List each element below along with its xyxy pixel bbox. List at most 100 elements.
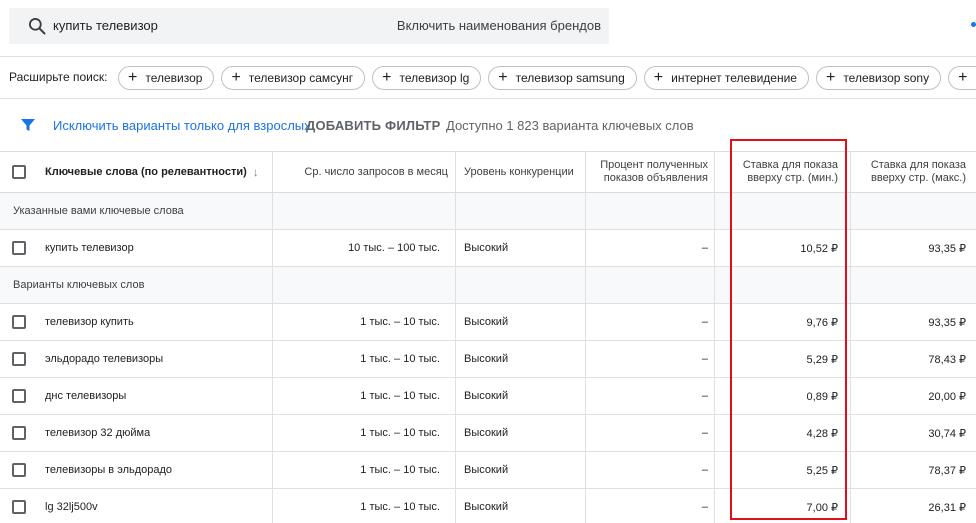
row-checkbox[interactable]	[12, 389, 26, 403]
searches-cell: 1 тыс. – 10 тыс.	[360, 501, 440, 513]
column-header-bid-max[interactable]: Ставка для показа вверху стр. (макс.)	[852, 151, 966, 193]
table-group-header: Варианты ключевых слов	[0, 267, 976, 304]
bid-min-cell: 0,89 ₽	[806, 390, 838, 403]
searches-cell: 1 тыс. – 10 тыс.	[360, 390, 440, 402]
column-header-competition[interactable]: Уровень конкуренции	[464, 151, 582, 193]
searches-cell: 10 тыс. – 100 тыс.	[348, 242, 440, 254]
column-divider	[272, 151, 273, 523]
brand-names-toggle[interactable]: Включить наименования брендов	[397, 18, 601, 33]
impression-share-line-2: показов объявления	[603, 172, 708, 184]
plus-icon: +	[653, 69, 664, 86]
keyword-cell[interactable]: днс телевизоры	[45, 378, 265, 414]
plus-icon: +	[128, 69, 138, 86]
competition-cell: Высокий	[464, 353, 509, 365]
keyword-cell[interactable]: телевизор 32 дюйма	[45, 415, 265, 451]
bid-min-cell: 4,28 ₽	[806, 427, 838, 440]
row-checkbox[interactable]	[12, 315, 26, 329]
suggestion-chip-label: телевизор самсунг	[248, 71, 354, 85]
suggestion-chip[interactable]: + интернет телевидение	[643, 66, 809, 90]
table-body: Указанные вами ключевые слова купить теле…	[0, 193, 976, 523]
available-count: Доступно 1 823 варианта ключевых слов	[446, 118, 694, 133]
table-group-label: Варианты ключевых слов	[13, 279, 145, 291]
suggestion-chips: + телевизор + телевизор самсунг + телевизор l…	[118, 66, 976, 90]
bid-max-cell: 78,43 ₽	[928, 353, 966, 366]
competition-cell: Высокий	[464, 390, 509, 402]
column-divider	[714, 151, 715, 523]
search-icon	[29, 18, 46, 35]
keyword-search-box[interactable]: купить телевизор Включить наименования б…	[9, 8, 609, 44]
table-row: купить телевизор 10 тыс. – 100 тыс. Высоки…	[0, 230, 976, 267]
keyword-cell[interactable]: lg 32lj500v	[45, 489, 265, 523]
sort-down-icon[interactable]: ↓	[253, 165, 259, 179]
bid-min-cell: 10,52 ₽	[800, 242, 838, 255]
suggestion-chip[interactable]: +ро	[948, 66, 976, 90]
bid-max-line-2: вверху стр. (макс.)	[871, 172, 966, 184]
add-filter-button[interactable]: ДОБАВИТЬ ФИЛЬТР	[306, 118, 440, 133]
table-row: lg 32lj500v 1 тыс. – 10 тыс. Высокий – 7,00 …	[0, 489, 976, 523]
expand-search-label: Расширьте поиск:	[9, 70, 108, 84]
suggestion-chip-label: телевизор sony	[843, 71, 930, 85]
select-all-checkbox[interactable]	[12, 165, 26, 179]
bid-max-cell: 30,74 ₽	[928, 427, 966, 440]
keyword-cell[interactable]: эльдорадо телевизоры	[45, 341, 265, 377]
keyword-table: Ключевые слова (по релевантности) ↓ Ср. …	[0, 151, 976, 523]
status-dot-icon	[971, 22, 976, 27]
bid-min-cell: 9,76 ₽	[806, 316, 838, 329]
impression-share-cell: –	[701, 353, 708, 365]
exclude-adult-link[interactable]: Исключить варианты только для взрослых	[53, 118, 311, 133]
impression-share-cell: –	[701, 501, 708, 513]
row-checkbox[interactable]	[12, 463, 26, 477]
column-header-bid-min[interactable]: Ставка для показа вверху стр. (мин.)	[724, 151, 838, 193]
row-checkbox[interactable]	[12, 500, 26, 514]
suggestion-chip[interactable]: + телевизор samsung	[488, 66, 637, 90]
impression-share-line-1: Процент полученных	[600, 159, 708, 171]
bid-min-cell: 5,29 ₽	[806, 353, 838, 366]
table-header: Ключевые слова (по релевантности) ↓ Ср. …	[0, 151, 976, 193]
competition-cell: Высокий	[464, 242, 509, 254]
bid-max-cell: 78,37 ₽	[928, 464, 966, 477]
column-header-keyword[interactable]: Ключевые слова (по релевантности) ↓	[45, 151, 265, 193]
keyword-cell[interactable]: купить телевизор	[45, 230, 265, 266]
keyword-cell[interactable]: телевизор купить	[45, 304, 265, 340]
suggestion-chip-label: телевизор lg	[399, 71, 470, 85]
impression-share-cell: –	[701, 316, 708, 328]
suggestion-chip[interactable]: + телевизор sony	[815, 66, 942, 90]
plus-icon: +	[958, 69, 968, 86]
column-header-impression-share[interactable]: Процент полученных показов объявления	[592, 151, 708, 193]
impression-share-cell: –	[701, 242, 708, 254]
search-query[interactable]: купить телевизор	[53, 18, 158, 33]
column-header-searches-label: Ср. число запросов в месяц	[304, 165, 448, 178]
bid-min-line-2: вверху стр. (мин.)	[747, 172, 838, 184]
competition-cell: Высокий	[464, 316, 509, 328]
competition-cell: Высокий	[464, 464, 509, 476]
suggestion-chip[interactable]: + телевизор самсунг	[221, 66, 366, 90]
plus-icon: +	[498, 69, 508, 86]
suggestion-chip-label: интернет телевидение	[671, 71, 797, 85]
bid-max-cell: 93,35 ₽	[928, 242, 966, 255]
row-checkbox[interactable]	[12, 352, 26, 366]
column-header-keyword-label: Ключевые слова (по релевантности)	[45, 165, 247, 178]
table-row: днс телевизоры 1 тыс. – 10 тыс. Высокий – 0,…	[0, 378, 976, 415]
searches-cell: 1 тыс. – 10 тыс.	[360, 427, 440, 439]
suggestion-chip-label: телевизор samsung	[515, 71, 625, 85]
plus-icon: +	[382, 69, 392, 86]
searches-cell: 1 тыс. – 10 тыс.	[360, 464, 440, 476]
bid-max-cell: 20,00 ₽	[928, 390, 966, 403]
row-checkbox[interactable]	[12, 241, 26, 255]
impression-share-cell: –	[701, 390, 708, 402]
plus-icon: +	[231, 69, 241, 86]
table-row: эльдорадо телевизоры 1 тыс. – 10 тыс. Высо…	[0, 341, 976, 378]
table-row: телевизор купить 1 тыс. – 10 тыс. Высокий –…	[0, 304, 976, 341]
suggestion-chip[interactable]: + телевизор lg	[372, 66, 482, 90]
column-header-searches[interactable]: Ср. число запросов в месяц	[280, 151, 448, 193]
suggestion-chip[interactable]: + телевизор	[118, 66, 215, 90]
divider	[0, 98, 976, 99]
filter-icon[interactable]	[20, 117, 36, 133]
table-group-header: Указанные вами ключевые слова	[0, 193, 976, 230]
row-checkbox[interactable]	[12, 426, 26, 440]
column-divider	[455, 151, 456, 523]
divider	[0, 56, 976, 57]
bid-min-cell: 5,25 ₽	[806, 464, 838, 477]
keyword-cell[interactable]: телевизоры в эльдорадо	[45, 452, 265, 488]
bid-max-line-1: Ставка для показа	[870, 159, 966, 171]
